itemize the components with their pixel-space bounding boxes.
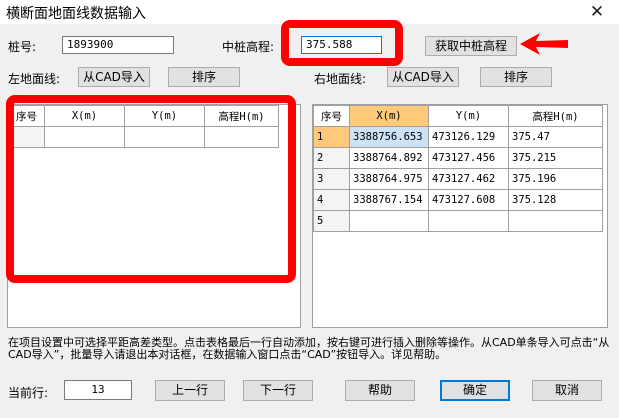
row-index-cell[interactable]: 4 — [313, 189, 350, 211]
pile-label: 桩号: — [8, 40, 37, 54]
y-cell[interactable]: 473126.129 — [428, 126, 509, 148]
highlight-box-center-elevation — [281, 20, 403, 66]
highlight-box-left-grid — [6, 95, 296, 283]
right-col-header-x: X(m) — [349, 105, 429, 127]
x-cell[interactable]: 3388767.154 — [349, 189, 429, 211]
window-title: 横断面地面线数据输入 — [6, 6, 146, 22]
table-row[interactable]: 5 — [313, 210, 603, 232]
pile-input[interactable]: 1893900 — [62, 36, 174, 54]
left-sort-button[interactable]: 排序 — [168, 67, 240, 87]
y-cell[interactable]: 473127.462 — [428, 168, 509, 190]
y-cell[interactable]: 473127.456 — [428, 147, 509, 169]
x-cell[interactable]: 3388764.892 — [349, 147, 429, 169]
right-col-header-elevation: 高程H(m) — [508, 105, 603, 127]
next-row-button[interactable]: 下一行 — [243, 380, 313, 401]
elevation-cell[interactable]: 375.196 — [508, 168, 603, 190]
row-index-cell[interactable]: 1 — [313, 126, 350, 148]
right-import-cad-button[interactable]: 从CAD导入 — [387, 67, 459, 87]
right-ground-line-grid[interactable]: 序号 X(m) Y(m) 高程H(m) 1 3388756.653 473126… — [312, 104, 608, 328]
help-info-text: 在项目设置中可选择平距高差类型。点击表格最后一行自动添加，按右键可进行插入删除等… — [8, 336, 610, 361]
elevation-cell[interactable]: 375.215 — [508, 147, 603, 169]
right-ground-line-label: 右地面线: — [314, 72, 367, 86]
get-center-elevation-button[interactable]: 获取中桩高程 — [425, 36, 517, 56]
left-import-cad-button[interactable]: 从CAD导入 — [78, 67, 150, 87]
x-cell[interactable] — [349, 210, 429, 232]
elevation-cell[interactable]: 375.47 — [508, 126, 603, 148]
cancel-button[interactable]: 取消 — [532, 380, 602, 401]
row-index-cell[interactable]: 3 — [313, 168, 350, 190]
x-cell[interactable]: 3388764.975 — [349, 168, 429, 190]
elevation-cell[interactable] — [508, 210, 603, 232]
right-grid-header-row: 序号 X(m) Y(m) 高程H(m) — [313, 105, 603, 127]
center-elevation-label: 中桩高程: — [222, 40, 275, 54]
left-ground-line-label: 左地面线: — [8, 72, 61, 86]
table-row[interactable]: 4 3388767.154 473127.608 375.128 — [313, 189, 603, 211]
y-cell[interactable]: 473127.608 — [428, 189, 509, 211]
current-row-label: 当前行: — [8, 386, 49, 400]
table-row[interactable]: 1 3388756.653 473126.129 375.47 — [313, 126, 603, 148]
elevation-cell[interactable]: 375.128 — [508, 189, 603, 211]
row-index-cell[interactable]: 2 — [313, 147, 350, 169]
right-col-header-index: 序号 — [313, 105, 350, 127]
x-cell[interactable]: 3388756.653 — [349, 126, 429, 148]
close-button[interactable]: ✕ — [586, 2, 608, 22]
ok-button[interactable]: 确定 — [440, 380, 510, 401]
right-col-header-y: Y(m) — [428, 105, 509, 127]
help-button[interactable]: 帮助 — [345, 380, 415, 401]
red-arrow-icon — [520, 33, 568, 55]
current-row-input[interactable]: 13 — [64, 380, 132, 400]
previous-row-button[interactable]: 上一行 — [155, 380, 225, 401]
right-sort-button[interactable]: 排序 — [480, 67, 552, 87]
table-row[interactable]: 2 3388764.892 473127.456 375.215 — [313, 147, 603, 169]
y-cell[interactable] — [428, 210, 509, 232]
row-index-cell[interactable]: 5 — [313, 210, 350, 232]
table-row[interactable]: 3 3388764.975 473127.462 375.196 — [313, 168, 603, 190]
